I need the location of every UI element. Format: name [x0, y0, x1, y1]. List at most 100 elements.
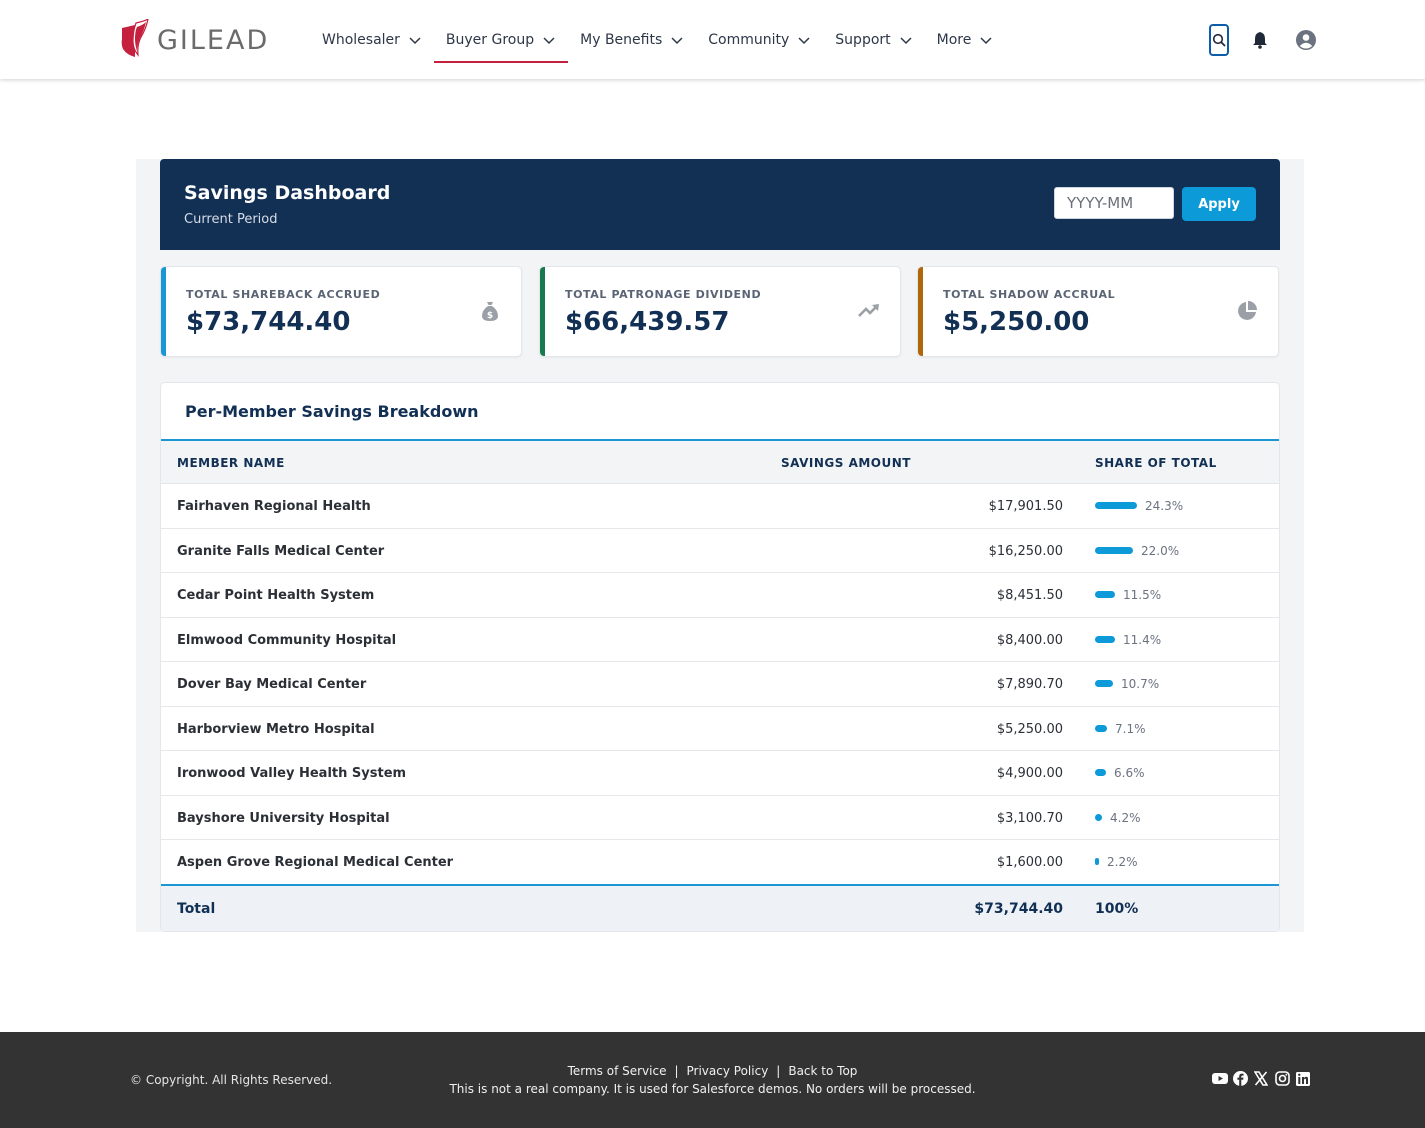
table-row[interactable]: Dover Bay Medical Center $7,890.70 10.7% — [161, 662, 1279, 707]
kpi-accent-bar — [161, 267, 166, 356]
total-label: Total — [177, 901, 216, 917]
search-button[interactable] — [1209, 24, 1229, 56]
page-footer: © Copyright. All Rights Reserved. Terms … — [0, 1032, 1425, 1128]
column-header-savings-amount[interactable]: SAVINGS AMOUNT — [781, 456, 911, 470]
member-name: Dover Bay Medical Center — [177, 677, 367, 692]
member-name: Bayshore University Hospital — [177, 810, 390, 826]
savings-amount: $5,250.00 — [996, 721, 1063, 737]
share-percent: 24.3% — [1145, 499, 1184, 513]
share-bar — [1095, 502, 1137, 509]
trend-up-icon — [858, 304, 879, 317]
page-title: Savings Dashboard — [184, 182, 391, 204]
share-percent: 6.6% — [1114, 766, 1145, 780]
x-icon[interactable] — [1253, 1071, 1269, 1086]
nav-label: Wholesaler — [322, 31, 400, 48]
nav-more[interactable]: More — [925, 0, 1006, 79]
kpi-label: TOTAL SHADOW ACCRUAL — [943, 288, 1116, 301]
nav-wholesaler[interactable]: Wholesaler — [310, 0, 434, 79]
share-bar — [1095, 680, 1113, 687]
privacy-policy-link[interactable]: Privacy Policy — [687, 1064, 769, 1078]
savings-amount: $17,901.50 — [988, 499, 1063, 514]
apply-button[interactable]: Apply — [1182, 187, 1256, 221]
nav-label: Buyer Group — [445, 31, 535, 48]
kpi-value: $66,439.57 — [565, 307, 730, 337]
main-nav: Wholesaler Buyer Group My Benefits Commu… — [310, 0, 1005, 79]
user-menu-button[interactable] — [1295, 24, 1317, 56]
bell-icon — [1253, 32, 1267, 49]
brand-name: GILEAD — [157, 24, 270, 56]
member-name: Elmwood Community Hospital — [177, 632, 397, 648]
chevron-down-icon — [980, 36, 992, 44]
chevron-down-icon — [798, 36, 810, 44]
share-percent: 11.5% — [1123, 588, 1162, 602]
member-name: Ironwood Valley Health System — [177, 766, 407, 781]
money-bag-icon: $ — [482, 302, 498, 321]
table-row[interactable]: Bayshore University Hospital $3,100.70 4.2… — [161, 796, 1279, 840]
nav-community[interactable]: Community — [696, 0, 823, 79]
chevron-down-icon — [409, 36, 421, 44]
table-total-row: Total $73,744.40 100% — [161, 884, 1279, 931]
terms-of-service-link[interactable]: Terms of Service — [568, 1064, 667, 1078]
table-row[interactable]: Elmwood Community Hospital $8,400.00 11.4% — [161, 618, 1279, 662]
kpi-value: $73,744.40 — [186, 307, 351, 337]
nav-buyer-group[interactable]: Buyer Group — [433, 0, 569, 79]
notifications-button[interactable] — [1249, 24, 1271, 56]
nav-label: More — [936, 31, 972, 48]
share-percent: 7.1% — [1115, 721, 1146, 736]
facebook-icon[interactable] — [1233, 1071, 1248, 1086]
table-row[interactable]: Ironwood Valley Health System $4,900.00 6.… — [161, 751, 1279, 796]
savings-amount: $16,250.00 — [988, 543, 1063, 559]
chevron-down-icon — [543, 36, 555, 44]
table-row[interactable]: Fairhaven Regional Health $17,901.50 24.3% — [161, 484, 1279, 529]
savings-amount: $4,900.00 — [996, 766, 1063, 781]
instagram-icon[interactable] — [1275, 1071, 1290, 1086]
share-bar — [1095, 813, 1102, 821]
separator: | — [674, 1064, 679, 1078]
share-percent: 22.0% — [1141, 543, 1180, 558]
search-icon — [1212, 33, 1226, 47]
nav-label: Community — [708, 31, 790, 48]
youtube-icon[interactable] — [1212, 1071, 1228, 1086]
svg-text:$: $ — [487, 311, 493, 321]
savings-dashboard-panel: Savings Dashboard Current Period Apply T… — [136, 159, 1304, 932]
nav-label: My Benefits — [580, 31, 663, 48]
column-header-share-of-total[interactable]: SHARE OF TOTAL — [1095, 456, 1217, 470]
period-input[interactable] — [1054, 187, 1174, 219]
kpi-accent-bar — [540, 267, 545, 356]
table-row[interactable]: Granite Falls Medical Center $16,250.00 22… — [161, 529, 1279, 573]
member-name: Harborview Metro Hospital — [177, 721, 375, 737]
kpi-accent-bar — [918, 267, 923, 356]
table-row[interactable]: Harborview Metro Hospital $5,250.00 7.1% — [161, 707, 1279, 751]
top-navigation-bar: GILEAD Wholesaler Buyer Group My Benefit… — [0, 0, 1425, 79]
member-name: Granite Falls Medical Center — [177, 543, 385, 559]
savings-amount: $8,400.00 — [996, 632, 1063, 648]
share-bar — [1095, 591, 1115, 598]
member-name: Fairhaven Regional Health — [177, 499, 371, 514]
share-percent: 11.4% — [1123, 632, 1162, 647]
savings-amount: $8,451.50 — [996, 588, 1063, 603]
kpi-label: TOTAL SHAREBACK ACCRUED — [186, 288, 381, 301]
chevron-down-icon — [671, 36, 683, 44]
user-avatar-icon — [1296, 30, 1316, 50]
kpi-value: $5,250.00 — [943, 307, 1090, 337]
member-name: Aspen Grove Regional Medical Center — [177, 855, 454, 870]
column-header-member-name[interactable]: MEMBER NAME — [177, 456, 285, 470]
kpi-card-shadow: TOTAL SHADOW ACCRUAL $5,250.00 — [917, 266, 1279, 357]
share-bar — [1095, 635, 1115, 643]
savings-amount: $7,890.70 — [996, 677, 1063, 692]
table-header: MEMBER NAME SAVINGS AMOUNT SHARE OF TOTA… — [161, 441, 1279, 484]
nav-support[interactable]: Support — [823, 0, 924, 79]
table-row[interactable]: Cedar Point Health System $8,451.50 11.5% — [161, 573, 1279, 618]
linkedin-icon[interactable] — [1296, 1071, 1311, 1086]
share-bar — [1095, 858, 1099, 865]
total-amount: $73,744.40 — [974, 901, 1063, 917]
nav-my-benefits[interactable]: My Benefits — [568, 0, 696, 79]
table-body: Fairhaven Regional Health $17,901.50 24.3%… — [161, 484, 1279, 885]
member-name: Cedar Point Health System — [177, 588, 375, 603]
back-to-top-link[interactable]: Back to Top — [788, 1064, 857, 1078]
share-bar — [1095, 769, 1106, 776]
table-row[interactable]: Aspen Grove Regional Medical Center $1,60… — [161, 840, 1279, 885]
chevron-down-icon — [900, 36, 912, 44]
gilead-logo[interactable]: GILEAD — [119, 19, 269, 61]
share-percent: 10.7% — [1121, 677, 1160, 691]
